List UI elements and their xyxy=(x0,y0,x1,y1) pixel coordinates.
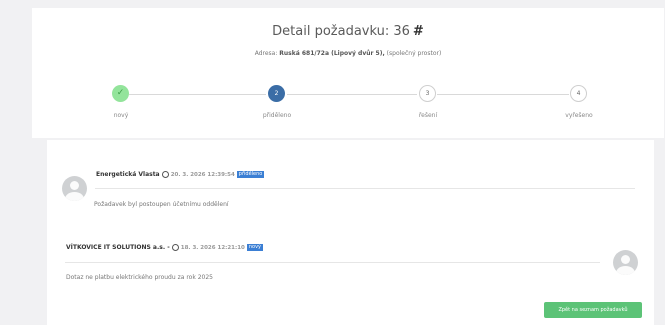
step-2-label: přiděleno xyxy=(262,112,292,119)
step-connector-1 xyxy=(129,94,266,95)
address-label: Adresa: xyxy=(254,50,278,57)
step-4-marker: 4 xyxy=(570,85,587,102)
history-entry-2-message: Dotaz ne platbu elektrického proudu za r… xyxy=(66,274,213,281)
avatar-head xyxy=(621,255,630,264)
history-entry-2-datetime: 18. 3. 2026 12:21:10 xyxy=(180,245,245,251)
avatar-body xyxy=(65,192,84,201)
history-entry-1-datetime: 20. 3. 2026 12:39:54 xyxy=(170,172,235,178)
avatar-body xyxy=(616,266,635,275)
request-header-card: Detail požadavku: 36 # Adresa: Ruská 681/… xyxy=(32,8,664,138)
history-entry-1-author: Energetická Vlasta xyxy=(96,171,160,178)
history-entry-2-author: VÍTKOVICE IT SOLUTIONS a.s. - xyxy=(66,244,170,251)
history-entry-2-divider xyxy=(65,262,600,263)
history-entry-1-author-line: Energetická Vlasta 20. 3. 2026 12:39:54 p… xyxy=(96,171,265,178)
status-badge: nový xyxy=(246,244,264,251)
request-address: Adresa: Ruská 681/72a (Lipový dvůr 5), (… xyxy=(32,50,664,57)
avatar-entry-2 xyxy=(613,250,638,275)
step-1-label: nový xyxy=(113,112,129,119)
step-connector-3 xyxy=(437,94,569,95)
step-3-marker: 3 xyxy=(419,85,436,102)
page-title: Detail požadavku: 36 # xyxy=(32,24,664,39)
history-entry-2-author-line: VÍTKOVICE IT SOLUTIONS a.s. - 18. 3. 202… xyxy=(66,244,264,251)
history-entry-2-meta: 18. 3. 2026 12:21:10 nový xyxy=(171,244,264,251)
page-title-hash: # xyxy=(412,24,424,39)
address-value: Ruská 681/72a (Lipový dvůr 5), xyxy=(279,50,385,57)
page-title-text: Detail požadavku: 36 xyxy=(272,24,410,39)
step-4-label: vyřešeno xyxy=(565,112,593,119)
step-1-check-icon: ✓ xyxy=(112,85,129,102)
clock-icon xyxy=(161,171,169,178)
back-to-list-button[interactable]: Zpět na seznam požadavků xyxy=(544,302,642,318)
status-badge: přiděleno xyxy=(236,171,265,178)
step-3-label: řešení xyxy=(418,112,438,119)
clock-icon xyxy=(171,244,179,251)
history-entry-1-divider xyxy=(95,188,635,189)
avatar-head xyxy=(70,181,79,190)
step-connector-2 xyxy=(287,94,417,95)
avatar-entry-1 xyxy=(62,176,87,201)
step-2-marker: 2 xyxy=(268,85,285,102)
request-history-card xyxy=(47,140,654,325)
address-note: (společný prostor) xyxy=(386,50,442,57)
history-entry-1-meta: 20. 3. 2026 12:39:54 přiděleno xyxy=(161,171,265,178)
history-entry-1-message: Požadavek byl postoupen účetnímu oddělen… xyxy=(94,201,229,208)
